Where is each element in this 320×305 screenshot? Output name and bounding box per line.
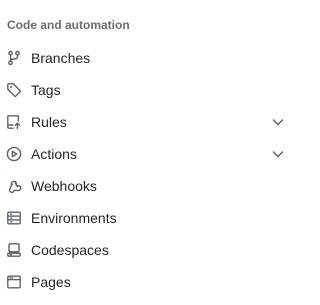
sidebar-item-label: Branches [31, 50, 91, 66]
sidebar-item-label: Tags [31, 82, 61, 98]
sidebar-item-webhooks[interactable]: Webhooks [0, 170, 304, 202]
tag-icon [6, 82, 22, 98]
sidebar-item-codespaces[interactable]: Codespaces [0, 234, 304, 266]
sidebar-item-branches[interactable]: Branches [0, 42, 304, 74]
webhook-icon [6, 178, 22, 194]
sidebar-item-label: Codespaces [31, 242, 109, 258]
code-and-automation-section: Code and automation Branches Tags Rules … [0, 0, 304, 305]
sidebar-item-label: Rules [31, 114, 67, 130]
sidebar-nav-list: Branches Tags Rules Actions Webhooks Env… [0, 42, 304, 298]
chevron-down-icon[interactable] [270, 114, 286, 130]
sidebar-item-actions[interactable]: Actions [0, 138, 304, 170]
sidebar-item-label: Actions [31, 146, 77, 162]
sidebar-item-label: Environments [31, 210, 117, 226]
server-icon [6, 210, 22, 226]
chevron-down-icon[interactable] [270, 146, 286, 162]
git-branch-icon [6, 50, 22, 66]
sidebar-item-environments[interactable]: Environments [0, 202, 304, 234]
codespaces-icon [6, 242, 22, 258]
sidebar-item-tags[interactable]: Tags [0, 74, 304, 106]
play-icon [6, 146, 22, 162]
browser-icon [6, 274, 22, 290]
sidebar-item-label: Pages [31, 274, 71, 290]
repo-push-icon [6, 114, 22, 130]
sidebar-item-rules[interactable]: Rules [0, 106, 304, 138]
section-heading: Code and automation [7, 18, 130, 32]
sidebar-item-pages[interactable]: Pages [0, 266, 304, 298]
sidebar-item-label: Webhooks [31, 178, 97, 194]
